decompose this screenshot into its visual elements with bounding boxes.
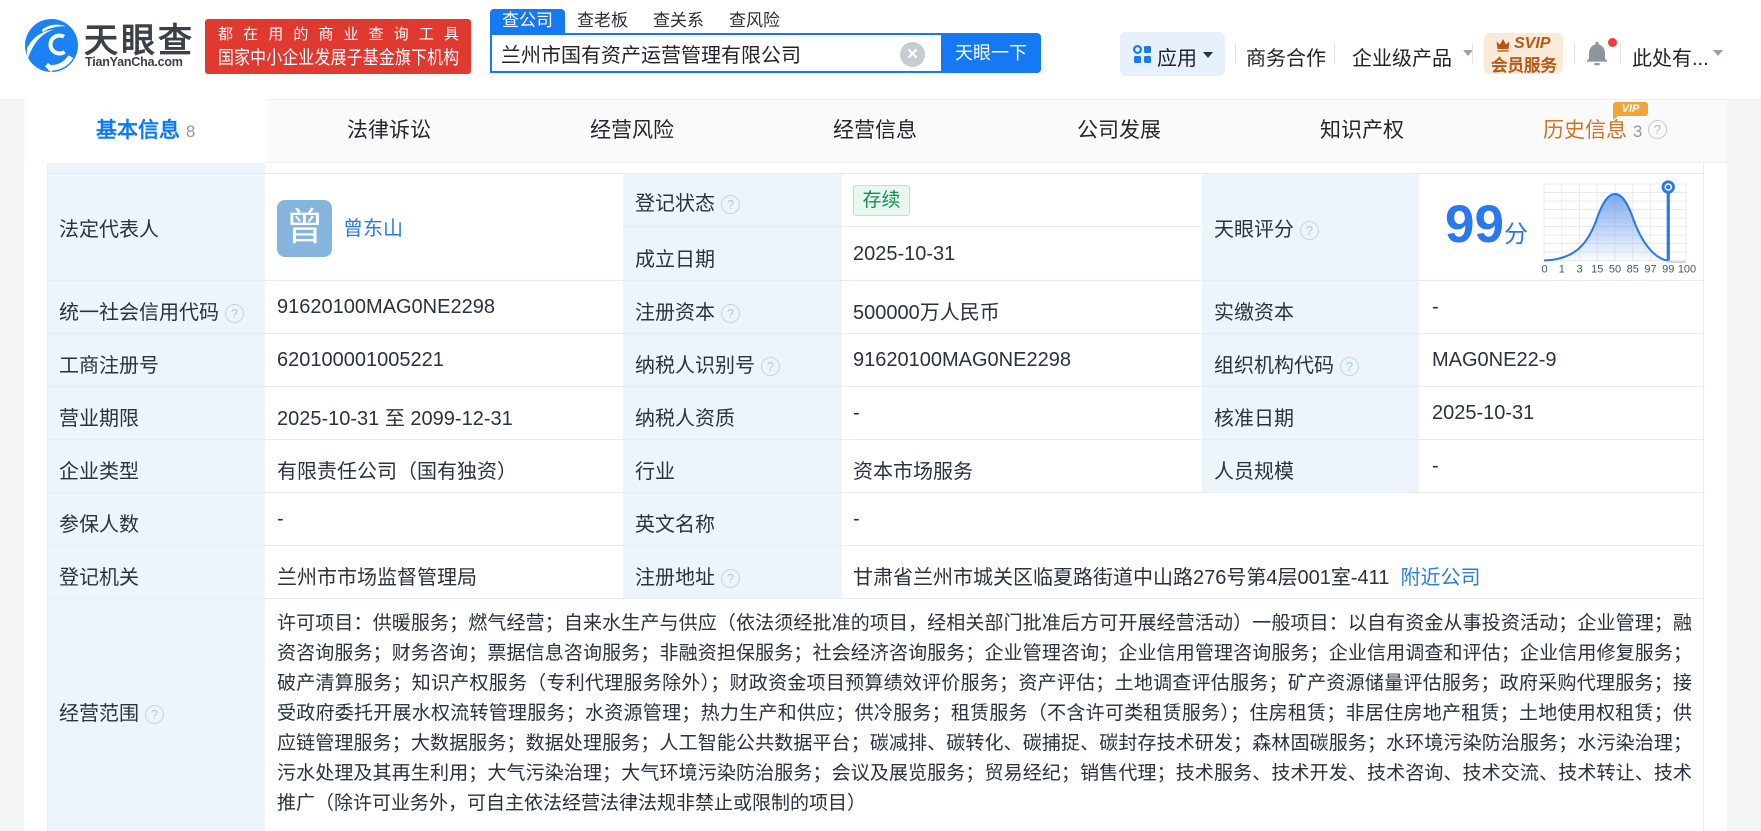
svg-text:50: 50	[1609, 264, 1621, 276]
svg-text:15: 15	[1591, 264, 1603, 276]
svg-text:1: 1	[1559, 264, 1565, 276]
svg-text:99: 99	[1662, 264, 1674, 276]
svg-text:0: 0	[1541, 264, 1547, 276]
svg-text:85: 85	[1627, 264, 1639, 276]
svg-text:100: 100	[1678, 264, 1696, 276]
svg-text:97: 97	[1644, 264, 1656, 276]
svg-text:3: 3	[1576, 264, 1582, 276]
